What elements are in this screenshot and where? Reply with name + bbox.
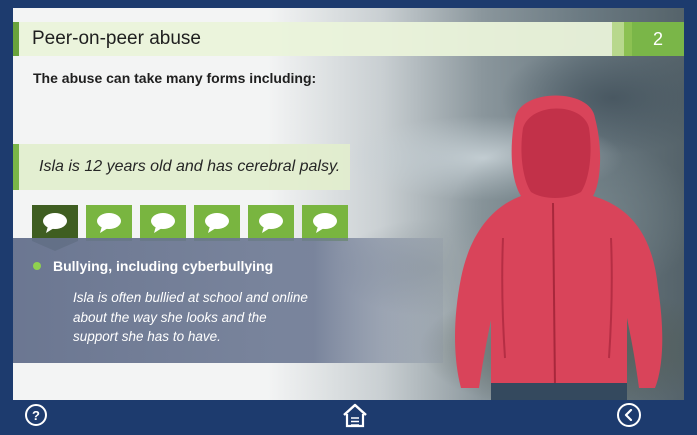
back-button[interactable] <box>617 403 641 427</box>
speech-bubble-icon <box>313 213 337 233</box>
speech-bubble-icon <box>259 213 283 233</box>
content-panel: Bullying, including cyberbullying Isla i… <box>13 238 443 363</box>
topic-tabs <box>32 205 348 251</box>
tab-3[interactable] <box>140 205 186 241</box>
bullet-heading: Bullying, including cyberbullying <box>33 258 273 274</box>
home-icon[interactable] <box>341 402 369 428</box>
tab-1[interactable] <box>32 205 78 251</box>
slide-frame: Peer-on-peer abuse 2 The abuse can take … <box>8 8 689 430</box>
page-number: 2 <box>632 22 684 56</box>
title-bar: Peer-on-peer abuse 2 <box>13 22 684 56</box>
speech-bubble-icon <box>151 213 175 233</box>
content-body: Isla is often bullied at school and onli… <box>73 290 308 344</box>
intro-text: The abuse can take many forms including: <box>33 70 317 86</box>
speech-bubble-icon <box>43 213 67 233</box>
tab-6[interactable] <box>302 205 348 241</box>
title-accent <box>624 22 632 56</box>
title-accent <box>612 22 624 56</box>
help-button[interactable]: ? <box>25 404 47 426</box>
back-arrow-icon <box>624 409 633 421</box>
tab-4[interactable] <box>194 205 240 241</box>
speech-bubble-icon <box>97 213 121 233</box>
scenario-quote: Isla is 12 years old and has cerebral pa… <box>13 144 350 190</box>
help-icon: ? <box>32 407 40 423</box>
speech-bubble-icon <box>205 213 229 233</box>
tab-2[interactable] <box>86 205 132 241</box>
footer-bar: ? <box>13 400 684 430</box>
bullet-dot <box>33 262 41 270</box>
girl-in-red-hoodie-image <box>455 95 663 400</box>
content-heading: Bullying, including cyberbullying <box>53 258 274 274</box>
tab-5[interactable] <box>248 205 294 241</box>
page-title: Peer-on-peer abuse <box>32 28 201 49</box>
